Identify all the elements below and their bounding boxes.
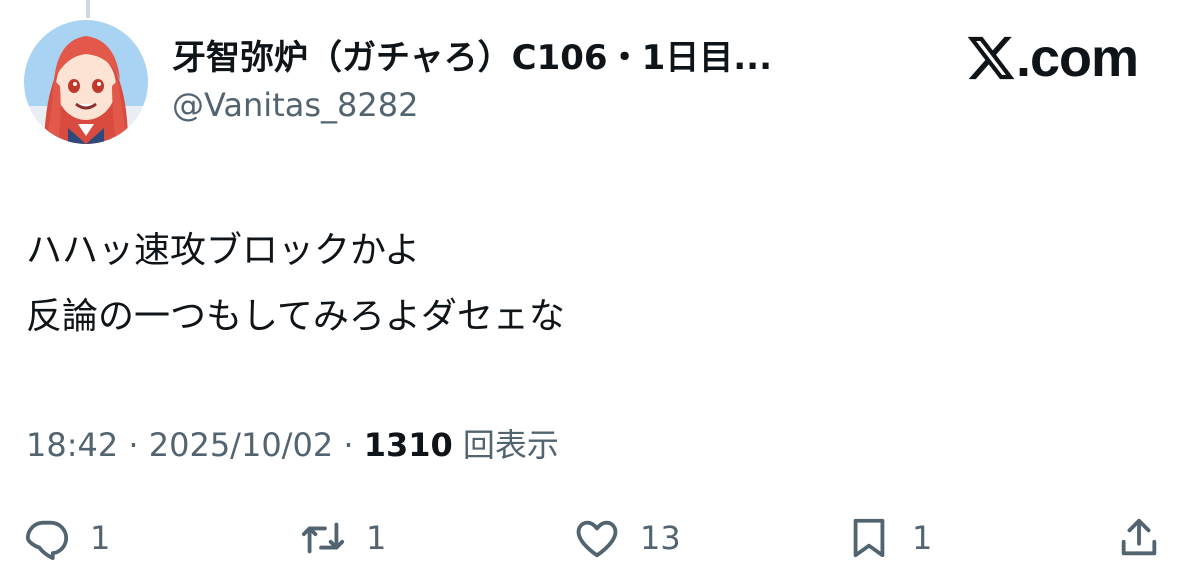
display-name[interactable]: 牙智弥炉（ガチャろ）C106・1日目...: [172, 30, 772, 79]
tweet-text-line: 反論の一つもしてみろよダセェな: [26, 296, 565, 337]
repost-icon: [301, 522, 345, 554]
meta-separator: ·: [333, 426, 364, 464]
brand-domain: .com: [1015, 28, 1139, 88]
repost-count: 1: [366, 519, 387, 557]
tweet-text: ハハッ速攻ブロックかよ 反論の一つもしてみろよダセェな: [26, 218, 565, 350]
tweet-date[interactable]: 2025/10/02: [149, 426, 333, 464]
like-button[interactable]: 13: [574, 510, 681, 566]
thread-line: [86, 0, 90, 18]
bookmark-button[interactable]: 1: [846, 510, 932, 566]
bookmark-icon: [853, 518, 885, 558]
views-count: 1310: [363, 426, 453, 464]
tweet-text-line: ハハッ速攻ブロックかよ: [26, 230, 421, 271]
reply-button[interactable]: 1: [24, 510, 110, 566]
reply-count: 1: [90, 519, 111, 557]
avatar[interactable]: [24, 20, 148, 144]
reply-icon: [25, 520, 69, 561]
tweet-meta: 18:42 · 2025/10/02 · 1310 回表示: [26, 420, 559, 466]
x-brand: .com: [964, 28, 1139, 88]
share-icon: [1121, 518, 1157, 556]
avatar-illustration: [24, 20, 148, 144]
like-icon: [576, 520, 618, 558]
meta-separator: ·: [118, 426, 149, 464]
share-button[interactable]: [1116, 510, 1162, 566]
views-label: 回表示: [462, 426, 559, 464]
tweet-time[interactable]: 18:42: [26, 426, 118, 464]
like-count: 13: [640, 519, 681, 557]
bookmark-count: 1: [912, 519, 933, 557]
x-logo-icon: [967, 36, 1015, 80]
repost-button[interactable]: 1: [300, 510, 386, 566]
user-handle[interactable]: @Vanitas_8282: [172, 86, 418, 124]
